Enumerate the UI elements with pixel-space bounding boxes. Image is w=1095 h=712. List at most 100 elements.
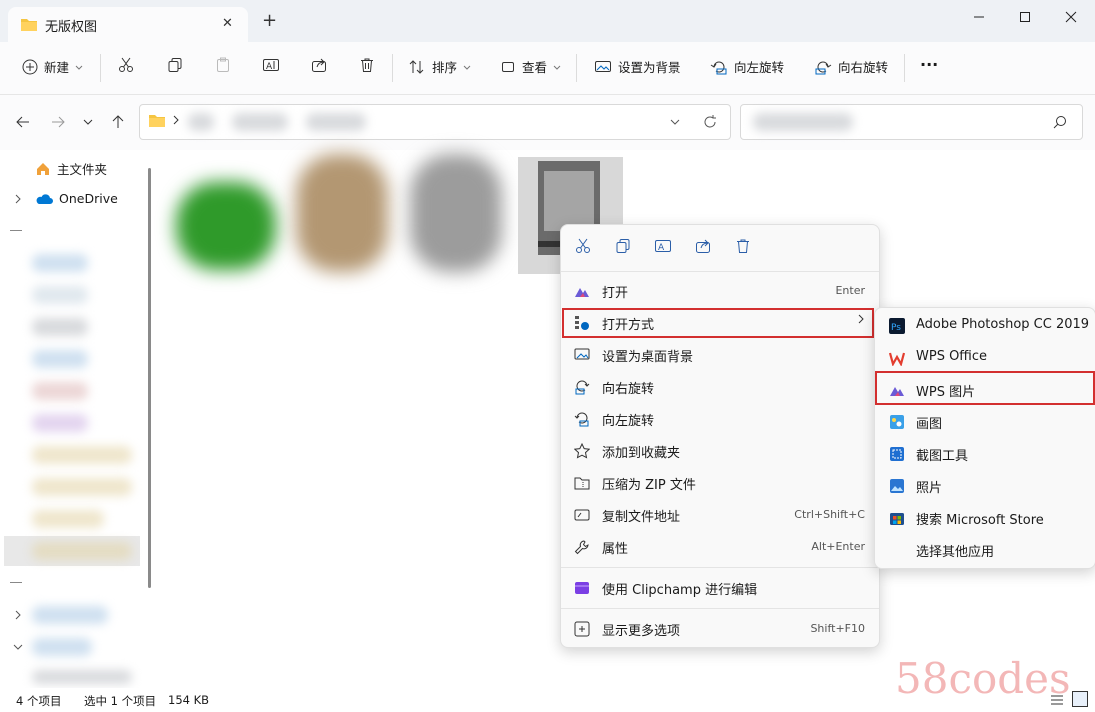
share-button[interactable] (311, 57, 327, 73)
selected-count: 选中 1 个项目 (84, 694, 157, 708)
selected-size: 154 KB (168, 693, 210, 707)
trash-icon (359, 57, 375, 73)
copy-path-icon (574, 507, 590, 523)
address-dropdown-icon[interactable] (670, 117, 680, 127)
search-icon (1053, 115, 1067, 129)
maximize-button[interactable] (1002, 5, 1048, 29)
rename-icon: A (262, 57, 280, 73)
address-bar[interactable] (139, 104, 731, 140)
command-toolbar: 新建 A 排序 查看 设置为背景 向左旋转 向右旋转 ··· (0, 42, 1095, 95)
delete-button[interactable] (359, 57, 375, 73)
menu-item-properties[interactable]: 属性 Alt+Enter (561, 532, 879, 562)
sidebar-item-onedrive[interactable]: OneDrive (35, 191, 118, 206)
new-tab-button[interactable]: + (262, 10, 277, 31)
item-count: 4 个项目 (16, 694, 62, 708)
minimize-button[interactable] (956, 5, 1002, 29)
copy-icon[interactable] (615, 238, 631, 254)
svg-text:A: A (266, 62, 273, 72)
menu-item-copy-path[interactable]: 复制文件地址 Ctrl+Shift+C (561, 500, 879, 530)
submenu-item-choose-other-app[interactable]: 选择其他应用 (875, 534, 1095, 564)
home-icon (35, 161, 51, 177)
close-window-button[interactable] (1048, 5, 1094, 29)
delete-icon[interactable] (735, 238, 751, 254)
share-icon[interactable] (695, 238, 711, 254)
new-label: 新建 (44, 60, 70, 75)
sort-icon (408, 59, 426, 75)
submenu-item-snipping-tool[interactable]: 截图工具 (875, 438, 1095, 468)
rename-icon[interactable]: A (654, 238, 672, 254)
rotate-right-icon (574, 379, 590, 395)
menu-item-add-favorites[interactable]: 添加到收藏夹 (561, 436, 879, 466)
cut-icon[interactable] (575, 238, 591, 254)
view-button[interactable]: 查看 (500, 57, 561, 76)
scissors-icon (118, 57, 134, 73)
search-input[interactable] (740, 104, 1083, 140)
highlight-box-wps-picture (875, 371, 1095, 405)
chevron-down-icon[interactable] (13, 642, 23, 652)
paste-button[interactable] (215, 57, 231, 73)
recent-locations-button[interactable] (83, 117, 93, 127)
forward-button[interactable] (50, 114, 66, 130)
svg-text:Ps: Ps (891, 323, 901, 333)
navigation-pane: 主文件夹 OneDrive (0, 150, 158, 688)
menu-item-rotate-left[interactable]: 向左旋转 (561, 404, 879, 434)
chevron-right-icon[interactable] (14, 194, 22, 204)
tab-current-folder[interactable]: 无版权图 ✕ (8, 7, 248, 42)
menu-item-rotate-right[interactable]: 向右旋转 (561, 372, 879, 402)
tab-close-button[interactable]: ✕ (222, 16, 233, 31)
rotate-right-button[interactable]: 向右旋转 (814, 57, 888, 76)
chevron-right-icon[interactable] (14, 610, 22, 620)
arrow-up-icon (110, 114, 126, 130)
menu-item-set-desktop-background[interactable]: 设置为桌面背景 (561, 340, 879, 370)
photoshop-icon: Ps (889, 318, 905, 334)
sidebar-scrollbar[interactable] (148, 168, 151, 588)
menu-item-open[interactable]: 打开 Enter (561, 276, 879, 306)
open-with-submenu: Ps Adobe Photoshop CC 2019 WPS Office WP… (874, 307, 1095, 569)
rotate-left-button[interactable]: 向左旋转 (710, 57, 784, 76)
file-thumbnail[interactable] (176, 182, 276, 270)
file-thumbnail[interactable] (296, 154, 388, 272)
more-options-button[interactable]: ··· (920, 55, 938, 74)
refresh-icon[interactable] (702, 114, 718, 130)
rename-button[interactable]: A (262, 57, 280, 73)
copy-button[interactable] (167, 57, 183, 73)
highlight-box-open-with (562, 308, 874, 338)
watermark: 58codes (895, 654, 1071, 703)
menu-item-show-more-options[interactable]: 显示更多选项 Shift+F10 (561, 614, 879, 644)
menu-item-compress-zip[interactable]: 压缩为 ZIP 文件 (561, 468, 879, 498)
rotate-left-icon (574, 411, 590, 427)
zip-folder-icon (574, 475, 590, 491)
copy-icon (167, 57, 183, 73)
submenu-item-paint[interactable]: 画图 (875, 406, 1095, 436)
cut-button[interactable] (118, 57, 134, 73)
sort-button[interactable]: 排序 (408, 57, 471, 76)
submenu-item-microsoft-store[interactable]: 搜索 Microsoft Store (875, 502, 1095, 532)
arrow-right-icon (50, 114, 66, 130)
view-label: 查看 (522, 60, 548, 75)
file-thumbnail[interactable] (410, 154, 502, 272)
show-more-icon (574, 621, 590, 637)
star-icon (574, 443, 590, 459)
submenu-item-photos[interactable]: 照片 (875, 470, 1095, 500)
sidebar-item-selected[interactable] (4, 536, 140, 566)
new-button[interactable]: 新建 (22, 57, 83, 76)
chevron-down-icon (75, 63, 83, 71)
tiles-view-icon[interactable] (1072, 691, 1088, 707)
set-background-button[interactable]: 设置为背景 (594, 57, 681, 76)
menu-item-clipchamp[interactable]: 使用 Clipchamp 进行编辑 (561, 573, 879, 603)
rotate-right-label: 向右旋转 (838, 60, 889, 75)
sort-label: 排序 (432, 60, 458, 75)
submenu-item-wps-office[interactable]: WPS Office (875, 342, 1095, 372)
submenu-item-photoshop[interactable]: Ps Adobe Photoshop CC 2019 (875, 310, 1095, 340)
folder-icon (20, 17, 38, 32)
share-icon (311, 57, 327, 73)
sidebar-item-home[interactable]: 主文件夹 (35, 159, 107, 178)
rotate-right-icon (814, 59, 832, 75)
wps-office-icon (889, 350, 905, 366)
back-button[interactable] (15, 114, 31, 130)
photos-icon (889, 478, 905, 494)
chevron-down-icon (553, 63, 561, 71)
up-button[interactable] (110, 114, 126, 130)
wallpaper-icon (594, 59, 612, 75)
clipboard-icon (215, 57, 231, 73)
